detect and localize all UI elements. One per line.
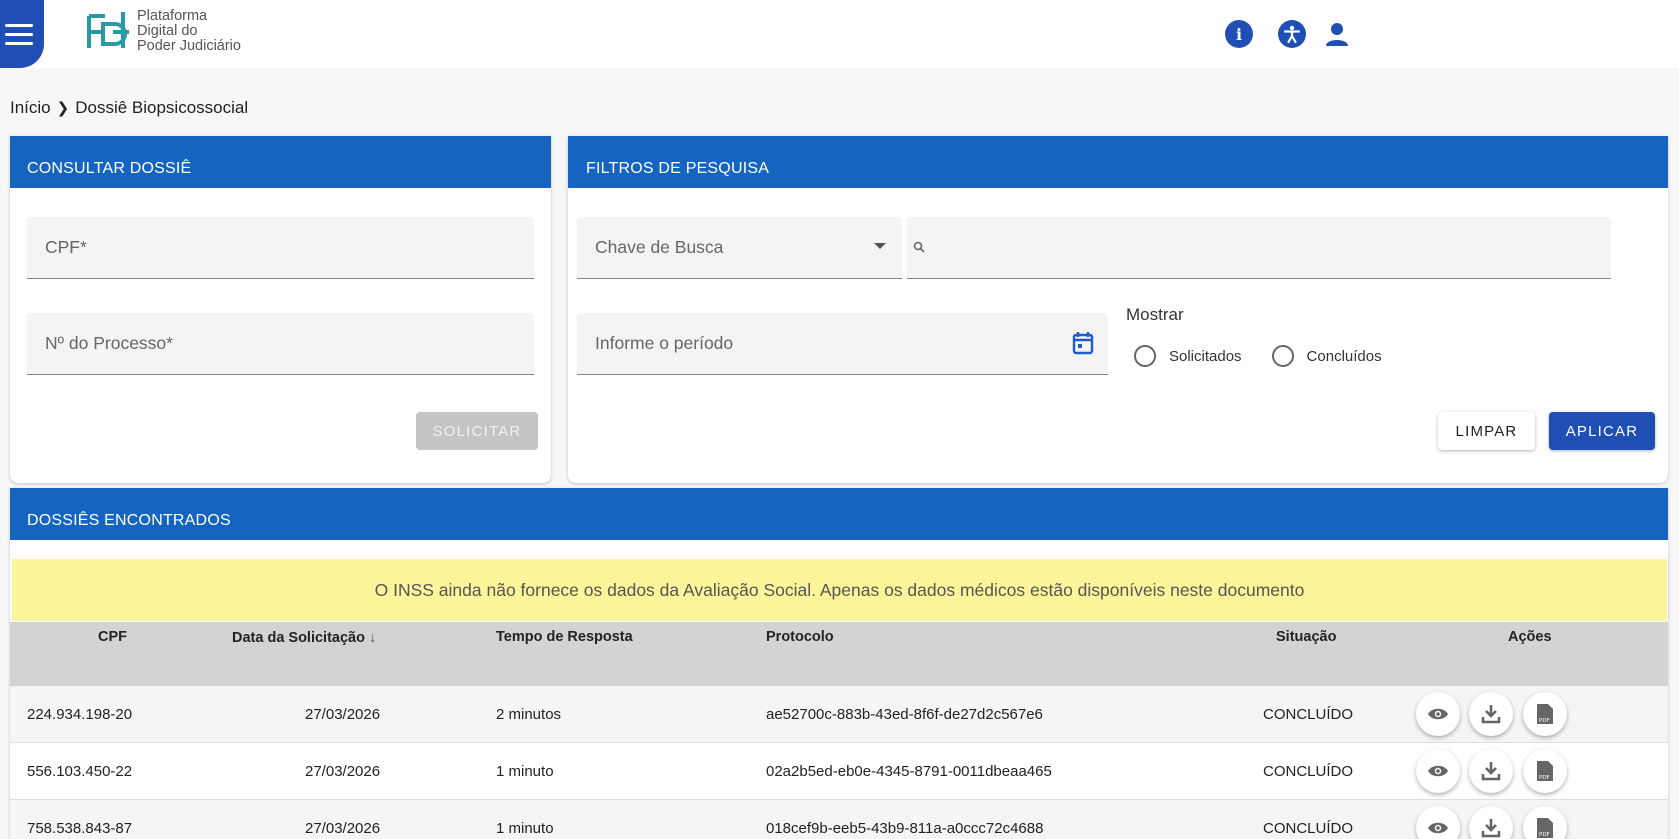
top-bar: Plataforma Digital do Poder Judiciário i: [0, 0, 1679, 68]
download-icon: [1481, 705, 1501, 724]
table-header: CPF Data da Solicitação ↓ Tempo de Respo…: [10, 622, 1668, 686]
svg-text:PDF: PDF: [1539, 832, 1550, 838]
view-button[interactable]: [1416, 749, 1460, 793]
cell-protocolo: ae52700c-883b-43ed-8f6f-de27d2c567e6: [766, 706, 1043, 723]
mostrar-radio-group: Solicitados Concluídos: [1134, 345, 1382, 367]
view-button[interactable]: [1416, 806, 1460, 839]
processo-label: Nº do Processo*: [45, 333, 173, 353]
download-icon: [1481, 819, 1501, 838]
cell-situacao: CONCLUÍDO: [1263, 706, 1354, 723]
periodo-label: Informe o período: [595, 333, 734, 353]
cell-cpf: 556.103.450-22: [27, 763, 133, 780]
cell-protocolo: 018cef9b-eeb5-43b9-811a-a0ccc72c4688: [766, 820, 1044, 837]
col-tempo-resposta[interactable]: Tempo de Resposta: [496, 629, 633, 645]
info-button[interactable]: i: [1225, 20, 1253, 48]
pdf-icon: PDF: [1537, 761, 1553, 781]
table-row: 556.103.450-22 27/03/2026 1 minuto 02a2b…: [10, 743, 1668, 800]
table-row: 224.934.198-20 27/03/2026 2 minutos ae52…: [10, 686, 1668, 743]
accessibility-icon: [1283, 25, 1301, 44]
pdf-icon: PDF: [1537, 704, 1553, 724]
dossies-encontrados-title: DOSSIÊS ENCONTRADOS: [10, 488, 1668, 540]
logo[interactable]: Plataforma Digital do Poder Judiciário: [85, 8, 241, 54]
aplicar-button[interactable]: APLICAR: [1549, 412, 1655, 450]
table-row: 758.538.843-87 27/03/2026 1 minuto 018ce…: [10, 800, 1668, 839]
download-button[interactable]: [1469, 806, 1513, 839]
radio-solicitados[interactable]: Solicitados: [1134, 345, 1242, 367]
eye-icon: [1428, 708, 1448, 720]
svg-text:PDF: PDF: [1539, 775, 1550, 781]
cell-tempo: 2 minutos: [496, 706, 562, 723]
radio-circle-icon: [1271, 345, 1294, 367]
hamburger-menu-button[interactable]: [0, 0, 44, 68]
radio-concluidos[interactable]: Concluídos: [1271, 345, 1382, 367]
processo-field[interactable]: Nº do Processo*: [27, 313, 534, 375]
breadcrumb-home[interactable]: Início: [10, 98, 51, 118]
arrow-down-icon: ↓: [368, 629, 377, 646]
radio-concluidos-label: Concluídos: [1306, 347, 1382, 365]
cell-situacao: CONCLUÍDO: [1263, 763, 1354, 780]
pdpj-logo-icon: [87, 12, 129, 48]
logo-text: Plataforma Digital do Poder Judiciário: [137, 7, 241, 54]
search-input[interactable]: [907, 217, 1611, 279]
col-situacao[interactable]: Situação: [1276, 629, 1336, 645]
cpf-field[interactable]: CPF*: [27, 217, 534, 279]
chave-busca-select[interactable]: Chave de Busca: [577, 217, 902, 279]
cpf-label: CPF*: [45, 237, 87, 257]
col-protocolo[interactable]: Protocolo: [766, 629, 834, 645]
filtros-pesquisa-title: FILTROS DE PESQUISA: [568, 136, 1668, 188]
eye-icon: [1428, 822, 1448, 834]
search-icon: [913, 241, 925, 253]
consultar-dossie-title: CONSULTAR DOSSIÊ: [10, 136, 551, 188]
cell-data: 27/03/2026: [305, 763, 381, 780]
pdf-icon: PDF: [1537, 818, 1553, 838]
mostrar-label: Mostrar: [1126, 305, 1184, 324]
chave-busca-label: Chave de Busca: [595, 237, 724, 257]
solicitar-button[interactable]: SOLICITAR: [416, 412, 538, 450]
download-button[interactable]: [1469, 692, 1513, 736]
view-button[interactable]: [1416, 692, 1460, 736]
filtros-pesquisa-card: FILTROS DE PESQUISA Chave de Busca Infor…: [568, 136, 1668, 483]
cell-tempo: 1 minuto: [496, 820, 554, 837]
consultar-dossie-card: CONSULTAR DOSSIÊ CPF* Nº do Processo* SO…: [10, 136, 551, 483]
cell-cpf: 224.934.198-20: [27, 706, 133, 723]
periodo-field[interactable]: Informe o período: [577, 313, 1108, 375]
cell-situacao: CONCLUÍDO: [1263, 820, 1354, 837]
col-data-label: Data da Solicitação: [232, 629, 365, 646]
cell-data: 27/03/2026: [305, 706, 381, 723]
user-icon: [1326, 23, 1348, 46]
col-data-solicitacao[interactable]: Data da Solicitação ↓: [232, 629, 376, 646]
cell-data: 27/03/2026: [305, 820, 381, 837]
pdf-button[interactable]: PDF: [1523, 749, 1567, 793]
cell-cpf: 758.538.843-87: [27, 820, 133, 837]
cell-protocolo: 02a2b5ed-eb0e-4345-8791-0011dbeaa465: [766, 763, 1052, 780]
menu-icon: [5, 23, 33, 27]
info-icon: i: [1235, 24, 1243, 44]
radio-solicitados-label: Solicitados: [1169, 347, 1242, 365]
cell-tempo: 1 minuto: [496, 763, 554, 780]
avaliacao-social-notice: O INSS ainda não fornece os dados da Ava…: [12, 559, 1667, 621]
breadcrumb: Início ❯ Dossiê Biopsicossocial: [10, 98, 248, 118]
eye-icon: [1428, 765, 1448, 777]
pdf-button[interactable]: PDF: [1523, 692, 1567, 736]
breadcrumb-current: Dossiê Biopsicossocial: [75, 98, 249, 117]
chevron-right-icon: ❯: [56, 100, 70, 117]
accessibility-button[interactable]: [1278, 20, 1306, 48]
calendar-icon[interactable]: [1072, 331, 1094, 355]
download-icon: [1481, 762, 1501, 781]
download-button[interactable]: [1469, 749, 1513, 793]
radio-circle-icon: [1134, 345, 1156, 367]
limpar-button[interactable]: LIMPAR: [1438, 412, 1535, 450]
svg-text:PDF: PDF: [1539, 718, 1550, 724]
user-button[interactable]: [1323, 20, 1351, 48]
col-acoes: Ações: [1508, 629, 1552, 645]
pdf-button[interactable]: PDF: [1523, 806, 1567, 839]
col-cpf[interactable]: CPF: [98, 629, 127, 645]
dropdown-arrow-icon: [874, 243, 886, 249]
